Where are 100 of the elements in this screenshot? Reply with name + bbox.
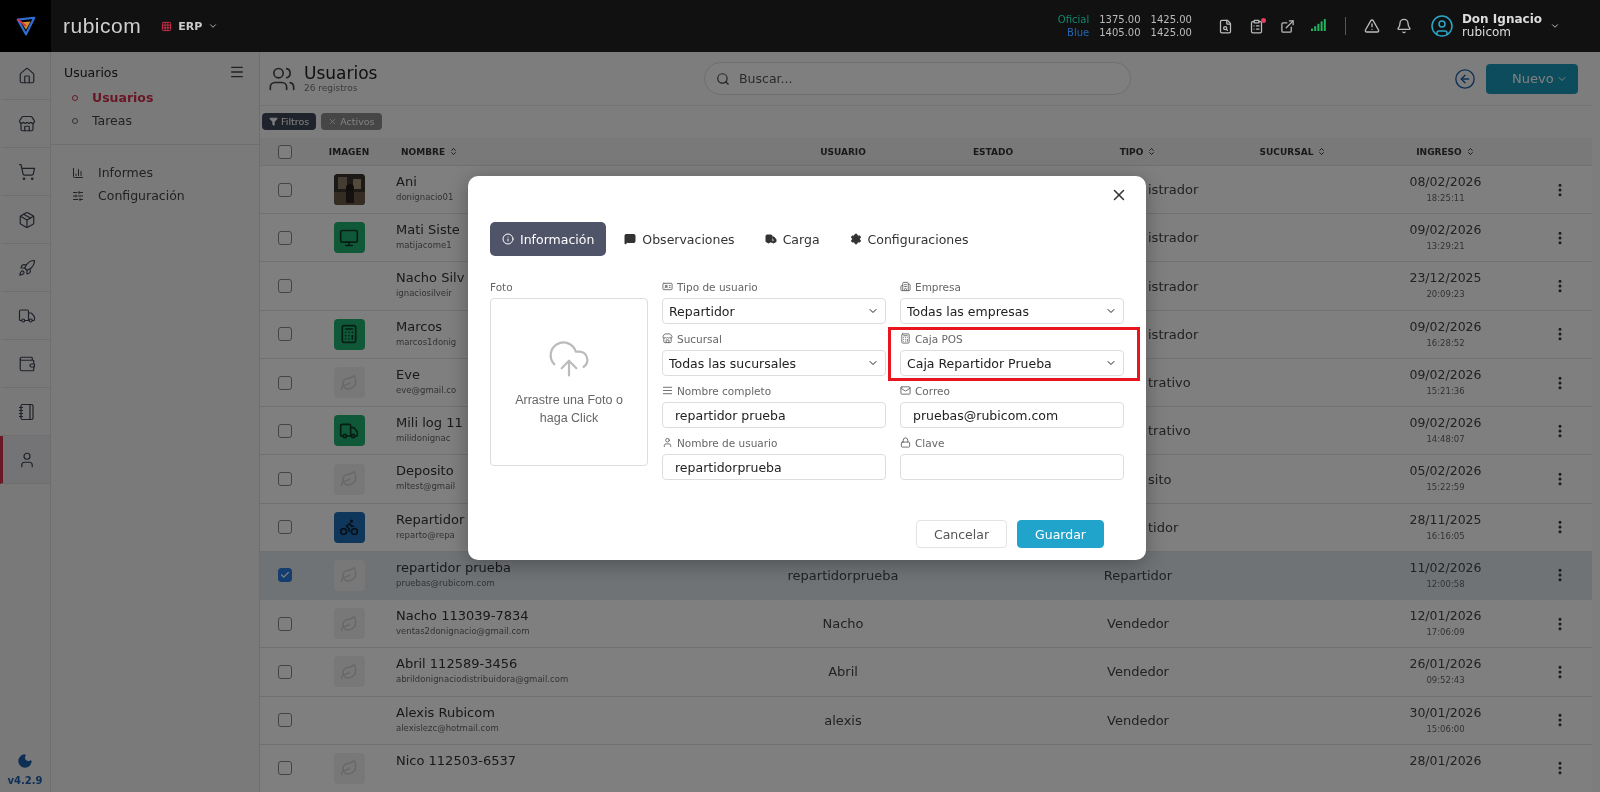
mail-icon: [900, 385, 911, 396]
date-cell: 12/01/2026: [1409, 608, 1482, 624]
table-cell: Repartidor: [1103, 568, 1173, 583]
store-icon[interactable]: [17, 114, 36, 133]
time-cell: 16:28:52: [1426, 337, 1465, 348]
id-card-icon: [662, 281, 673, 292]
sort-icon[interactable]: [449, 147, 459, 156]
field-label: Caja POS: [915, 332, 963, 345]
cart-icon[interactable]: [17, 162, 36, 181]
rate-value: 1425.00: [1150, 13, 1192, 26]
sort-icon[interactable]: [1317, 147, 1327, 156]
document-search-icon[interactable]: [1217, 18, 1233, 34]
user-email: marcos1donig: [396, 336, 457, 347]
checkbox[interactable]: [278, 472, 292, 486]
home-icon[interactable]: [17, 66, 36, 85]
rate-value: 1425.00: [1150, 26, 1192, 39]
user-name: Abril 112589-3456: [396, 656, 518, 672]
date-cell: 09/02/2026: [1409, 415, 1482, 431]
sort-icon[interactable]: [1465, 147, 1475, 156]
photo-dropzone[interactable]: Arrastre una Foto o haga Click: [490, 298, 648, 466]
column-header[interactable]: SUCURSAL: [1259, 146, 1314, 157]
table-cell: Nacho: [822, 616, 864, 632]
tab[interactable]: Información: [490, 222, 607, 256]
grid-icon: [161, 20, 173, 32]
check-icon: [280, 570, 290, 581]
filter-button[interactable]: Filtros: [262, 113, 317, 130]
checkbox[interactable]: [278, 375, 292, 390]
menu-icon[interactable]: [229, 64, 245, 80]
checkbox[interactable]: [278, 568, 292, 583]
field-label: Tipo de usuario: [677, 280, 758, 293]
column-header[interactable]: INGRESO: [1416, 146, 1462, 157]
version-label: v4.2.9: [7, 775, 43, 786]
select-field[interactable]: Repartidor: [662, 298, 886, 324]
checkbox[interactable]: [278, 182, 292, 197]
external-link-icon[interactable]: [1279, 18, 1295, 34]
table-cell: istrador: [1148, 326, 1199, 342]
select-field[interactable]: Caja Repartidor Prueba: [900, 350, 1124, 376]
user-menu[interactable]: Don Ignacio rubicom: [1429, 13, 1560, 39]
checkbox[interactable]: [278, 761, 292, 776]
nav-link[interactable]: Informes: [51, 161, 259, 184]
sort-icon[interactable]: [1147, 147, 1157, 156]
user-email: reparto@repa: [396, 529, 455, 540]
date-cell: 26/01/2026: [1409, 656, 1482, 672]
truck-icon[interactable]: [17, 306, 36, 325]
nav-button[interactable]: [0, 436, 50, 484]
password-field[interactable]: [900, 454, 1124, 480]
cash-register-icon: [333, 318, 365, 350]
table-cell: istrador: [1148, 230, 1199, 246]
tab[interactable]: Carga: [752, 222, 832, 256]
tab[interactable]: Observaciones: [612, 222, 747, 256]
date-cell: 11/02/2026: [1409, 559, 1482, 575]
date-cell: 09/02/2026: [1409, 222, 1482, 238]
truck-icon: [764, 233, 777, 245]
wallet-icon[interactable]: [17, 354, 36, 373]
text-field[interactable]: pruebas@rubicom.com: [900, 402, 1124, 428]
date-cell: 09/02/2026: [1409, 318, 1482, 334]
page-title: Usuarios: [304, 64, 378, 83]
checkbox[interactable]: [278, 279, 292, 294]
checkbox[interactable]: [278, 144, 292, 159]
box-icon[interactable]: [17, 210, 36, 229]
user-icon: [662, 437, 673, 448]
text-field[interactable]: repartidor prueba: [662, 402, 886, 428]
building-icon: [900, 281, 911, 292]
field-label: Clave: [915, 436, 945, 449]
warning-icon[interactable]: [1363, 18, 1380, 34]
select-field[interactable]: Todas las empresas: [900, 298, 1124, 324]
checkbox[interactable]: [278, 664, 292, 679]
truck-icon: [333, 415, 365, 447]
avatar-icon: [1429, 14, 1454, 38]
checkbox[interactable]: [278, 423, 292, 438]
checkbox[interactable]: [278, 713, 292, 728]
table-cell: tidor: [1148, 519, 1179, 535]
module-menu[interactable]: ERP: [161, 19, 219, 33]
cancel-button[interactable]: Cancelar: [915, 520, 1008, 548]
bell-icon[interactable]: [1395, 18, 1412, 34]
column-header[interactable]: NOMBRE: [401, 146, 446, 157]
user-email: alexislezc@hotmail.com: [396, 722, 499, 733]
checkbox[interactable]: [278, 327, 292, 342]
checkbox[interactable]: [278, 520, 292, 535]
time-cell: 16:16:05: [1426, 530, 1465, 541]
column-header[interactable]: TIPO: [1119, 146, 1144, 157]
nav-link[interactable]: Tareas: [51, 109, 259, 132]
clipboard-icon[interactable]: [1248, 18, 1264, 34]
field-label: Nombre completo: [677, 384, 772, 397]
rocket-icon[interactable]: [17, 258, 36, 277]
user-name: Marcos: [396, 318, 443, 334]
moon-icon[interactable]: [17, 753, 33, 769]
table-cell: Abril: [828, 664, 858, 680]
back-button[interactable]: [1454, 67, 1476, 90]
book-icon[interactable]: [17, 402, 36, 421]
select-field[interactable]: Todas las sucursales: [662, 350, 886, 376]
search-field[interactable]: Buscar...: [704, 62, 1131, 95]
caret-icon: [208, 21, 219, 31]
checkbox[interactable]: [278, 230, 292, 245]
checkbox[interactable]: [278, 616, 292, 631]
nav-link[interactable]: Configuración: [51, 184, 259, 207]
text-field[interactable]: repartidorprueba: [662, 454, 886, 480]
signal-icon[interactable]: [1310, 19, 1327, 33]
tab[interactable]: Configuraciones: [837, 222, 981, 256]
time-cell: 17:06:09: [1426, 627, 1465, 638]
